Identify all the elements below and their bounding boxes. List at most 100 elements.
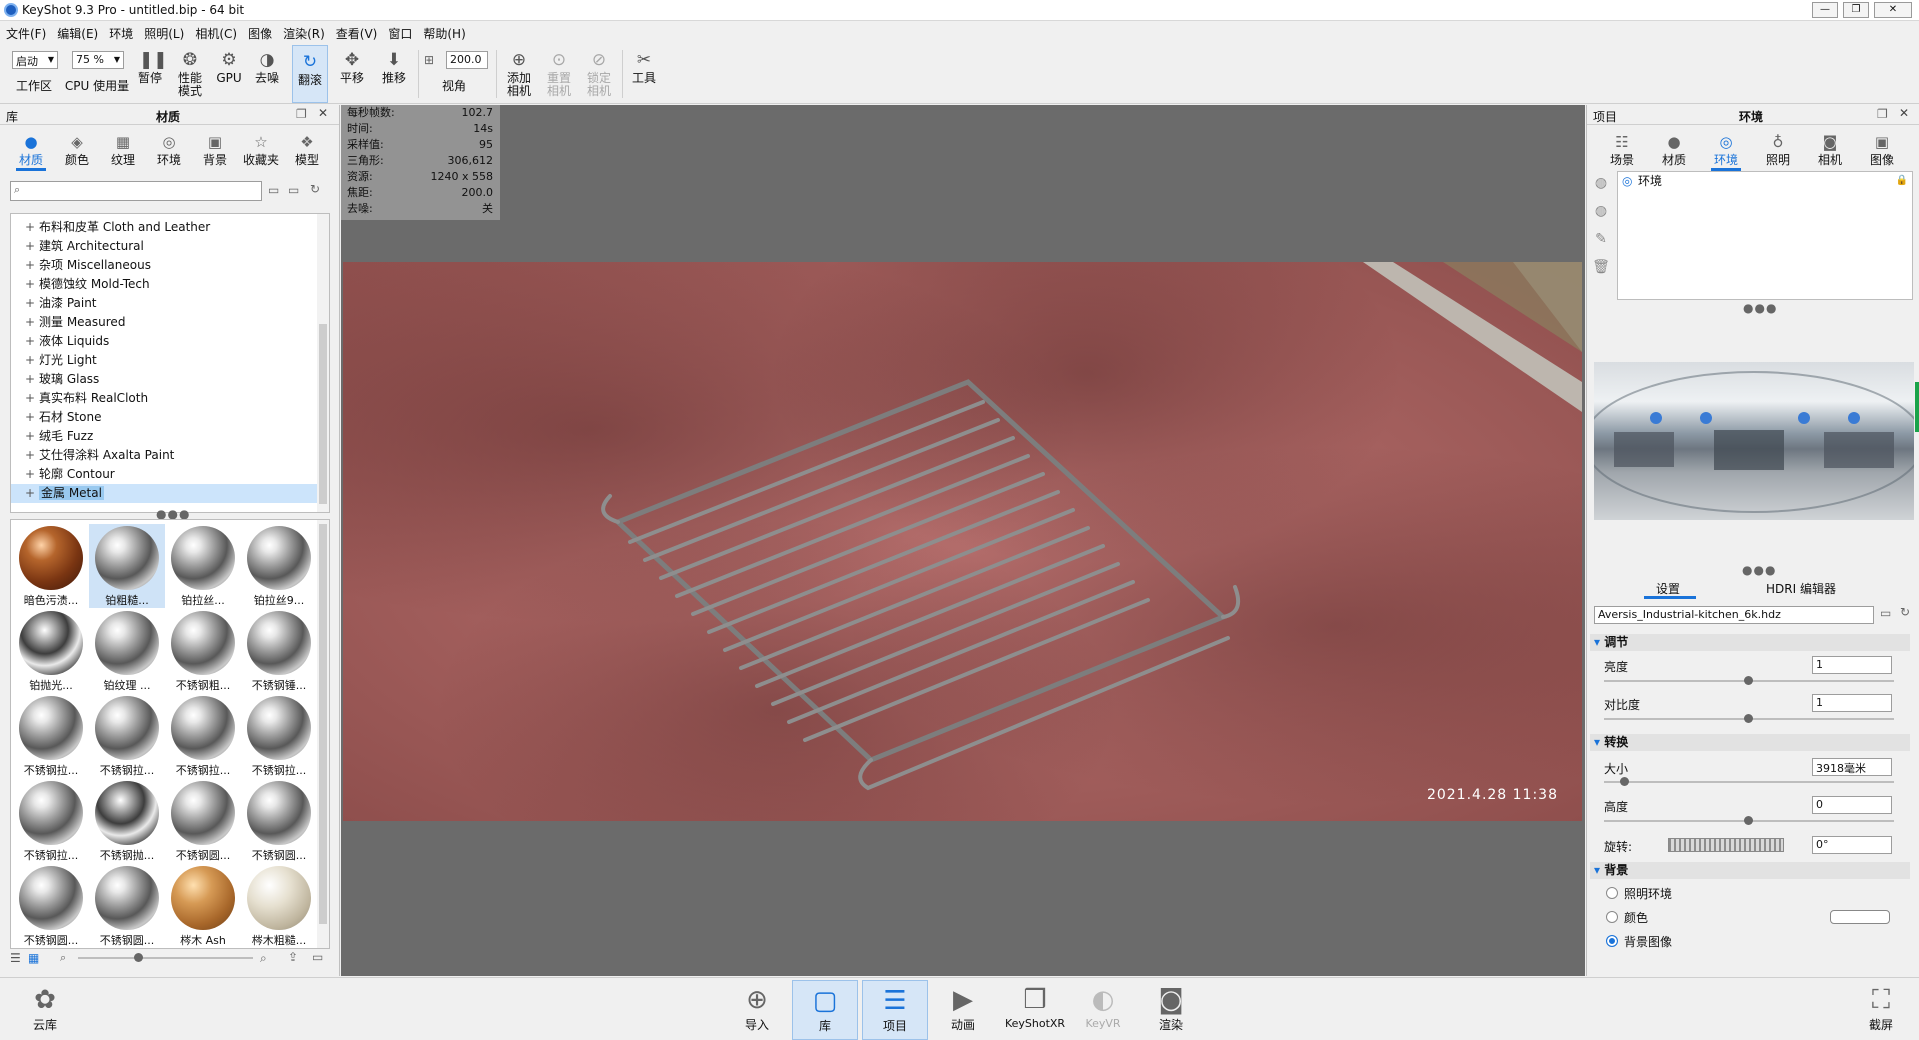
tree-item-stone[interactable]: + 石材 Stone (11, 408, 329, 427)
close-panel-icon[interactable]: ✕ (318, 106, 328, 120)
tree-item-light[interactable]: + 灯光 Light (11, 351, 329, 370)
dolly-button[interactable]: ⬇ 推移 (376, 44, 412, 102)
tree-item-metal[interactable]: + 金属 Metal (11, 484, 329, 503)
denoise-button[interactable]: ◑ 去噪 (250, 44, 284, 102)
gpu-button[interactable]: ⚙ GPU (212, 44, 246, 102)
close-panel-icon[interactable]: ✕ (1899, 106, 1909, 120)
material-thumbnail[interactable]: 铂粗糙... (89, 524, 165, 608)
pause-button[interactable]: ❚❚ 暂停 (134, 44, 168, 102)
zoom-in-icon[interactable]: ⌕ (260, 951, 267, 966)
add-environment-icon[interactable]: ◍ (1592, 175, 1610, 193)
menu-file[interactable]: 文件(F) (0, 22, 51, 42)
tab-colors[interactable]: ◈ 颜色 (54, 129, 100, 171)
expand-plus-icon[interactable]: + (25, 294, 39, 313)
material-thumbnail[interactable]: 铂拉丝... (165, 524, 241, 608)
slider-knob[interactable] (1744, 714, 1753, 723)
hdri-preview-image[interactable] (1594, 362, 1919, 520)
rotation-input[interactable]: 0° (1812, 836, 1892, 854)
expand-plus-icon[interactable]: + (25, 427, 39, 446)
menu-view[interactable]: 查看(V) (330, 22, 383, 42)
maximize-button[interactable]: ❐ (1843, 2, 1869, 18)
expand-plus-icon[interactable]: + (25, 389, 39, 408)
keyshotxr-button[interactable]: ❒ KeyShotXR (1000, 980, 1070, 1040)
size-input[interactable]: 3918毫米 (1812, 758, 1892, 776)
material-thumbnail[interactable]: 不锈钢粗... (165, 609, 241, 693)
material-thumbnail[interactable]: 不锈钢圆... (241, 779, 317, 863)
material-thumbnail[interactable]: 铂拉丝9... (241, 524, 317, 608)
float-panel-icon[interactable]: ❐ (296, 107, 307, 121)
slider-knob[interactable] (1744, 816, 1753, 825)
section-transform[interactable]: ▾ 转换 (1590, 734, 1910, 751)
contrast-slider[interactable] (1604, 714, 1894, 723)
tree-item-cloth-leather[interactable]: + 布料和皮革 Cloth and Leather (11, 218, 329, 237)
pan-button[interactable]: ✥ 平移 (334, 44, 370, 102)
tree-item-contour[interactable]: + 轮廓 Contour (11, 465, 329, 484)
tree-scrollbar-thumb[interactable] (319, 324, 327, 504)
tab-environments[interactable]: ◎ 环境 (146, 129, 192, 171)
hdri-scroll-indicator[interactable] (1915, 382, 1919, 432)
hdri-file-field[interactable]: Aversis_Industrial-kitchen_6k.hdz (1594, 606, 1874, 624)
background-color-swatch[interactable] (1830, 910, 1890, 924)
tumble-button[interactable]: ↻ 翻滚 (292, 45, 328, 103)
tab-image[interactable]: ▣ 图像 (1859, 129, 1905, 171)
tree-item-measured[interactable]: + 测量 Measured (11, 313, 329, 332)
menu-window[interactable]: 窗口 (382, 22, 417, 42)
cloud-library-button[interactable]: ✿ 云库 (12, 980, 78, 1040)
animation-button[interactable]: ▶ 动画 (930, 980, 996, 1040)
environment-list-item[interactable]: ◎ 环境 🔒 (1618, 172, 1912, 190)
screenshot-button[interactable]: ⛶ 截屏 (1848, 980, 1914, 1040)
radio-lighting-environment[interactable] (1606, 887, 1618, 899)
expand-plus-icon[interactable]: + (25, 351, 39, 370)
expand-plus-icon[interactable]: + (25, 484, 39, 503)
tab-material[interactable]: ● 材质 (1651, 129, 1697, 171)
slider-knob[interactable] (134, 953, 143, 962)
material-thumbnail[interactable]: 不锈钢圆... (13, 864, 89, 948)
minimize-button[interactable]: — (1812, 2, 1838, 18)
expand-plus-icon[interactable]: + (25, 256, 39, 275)
tab-backplates[interactable]: ▣ 背景 (192, 129, 238, 171)
import-button[interactable]: ⊕ 导入 (724, 980, 790, 1040)
brightness-slider[interactable] (1604, 676, 1894, 685)
material-thumbnail[interactable]: 不锈钢拉... (165, 694, 241, 778)
reset-camera-button[interactable]: ⊙ 重置 相机 (540, 44, 578, 102)
thumbnail-size-slider[interactable] (78, 953, 253, 962)
height-slider[interactable] (1604, 816, 1894, 825)
grid-view-icon[interactable]: ▦ (28, 951, 39, 965)
tree-item-fuzz[interactable]: + 绒毛 Fuzz (11, 427, 329, 446)
contrast-input[interactable]: 1 (1812, 694, 1892, 712)
close-button[interactable]: ✕ (1874, 2, 1912, 18)
tree-scrollbar[interactable] (317, 214, 329, 512)
list-view-icon[interactable]: ☰ (10, 951, 21, 965)
menu-camera[interactable]: 相机(C) (189, 22, 242, 42)
subtab-hdri-editor[interactable]: HDRI 编辑器 (1766, 580, 1836, 597)
material-thumbnail[interactable]: 不锈钢拉... (13, 694, 89, 778)
tree-item-realcloth[interactable]: + 真实布料 RealCloth (11, 389, 329, 408)
folder-icon[interactable]: ▭ (268, 183, 279, 197)
tree-item-miscellaneous[interactable]: + 杂项 Miscellaneous (11, 256, 329, 275)
duplicate-environment-icon[interactable]: ◍ (1592, 203, 1610, 221)
material-thumbnail[interactable]: 不锈钢锤... (241, 609, 317, 693)
tab-materials[interactable]: ● 材质 (8, 129, 54, 171)
splitter-handle-icon[interactable]: ●●● (1743, 301, 1777, 315)
expand-plus-icon[interactable]: + (25, 218, 39, 237)
material-thumbnail[interactable]: 铂纹理 ... (89, 609, 165, 693)
upload-icon[interactable]: ⇪ (288, 950, 298, 964)
folder-open-icon[interactable]: ▭ (1880, 606, 1891, 620)
tab-models[interactable]: ❖ 模型 (284, 129, 330, 171)
tab-camera[interactable]: ◙ 相机 (1807, 129, 1853, 171)
library-button[interactable]: ▢ 库 (792, 980, 858, 1040)
tree-item-liquids[interactable]: + 液体 Liquids (11, 332, 329, 351)
thumbnail-scrollbar-thumb[interactable] (319, 524, 327, 924)
menu-environment[interactable]: 环境 (103, 22, 138, 42)
refresh-icon[interactable]: ↻ (1900, 605, 1910, 619)
library-search-input[interactable]: ⌕ (10, 181, 262, 201)
tab-lighting[interactable]: ♁ 照明 (1755, 129, 1801, 171)
keyvr-button[interactable]: ◐ KeyVR (1070, 980, 1136, 1040)
render-button[interactable]: ◙ 渲染 (1138, 980, 1204, 1040)
expand-plus-icon[interactable]: + (25, 313, 39, 332)
brightness-input[interactable]: 1 (1812, 656, 1892, 674)
material-thumbnail[interactable]: 暗色污渍... (13, 524, 89, 608)
material-thumbnail[interactable]: 不锈钢圆... (89, 864, 165, 948)
rendered-scene-image[interactable]: 2021.4.28 11:38 (343, 262, 1582, 821)
material-thumbnail[interactable]: 不锈钢抛... (89, 779, 165, 863)
